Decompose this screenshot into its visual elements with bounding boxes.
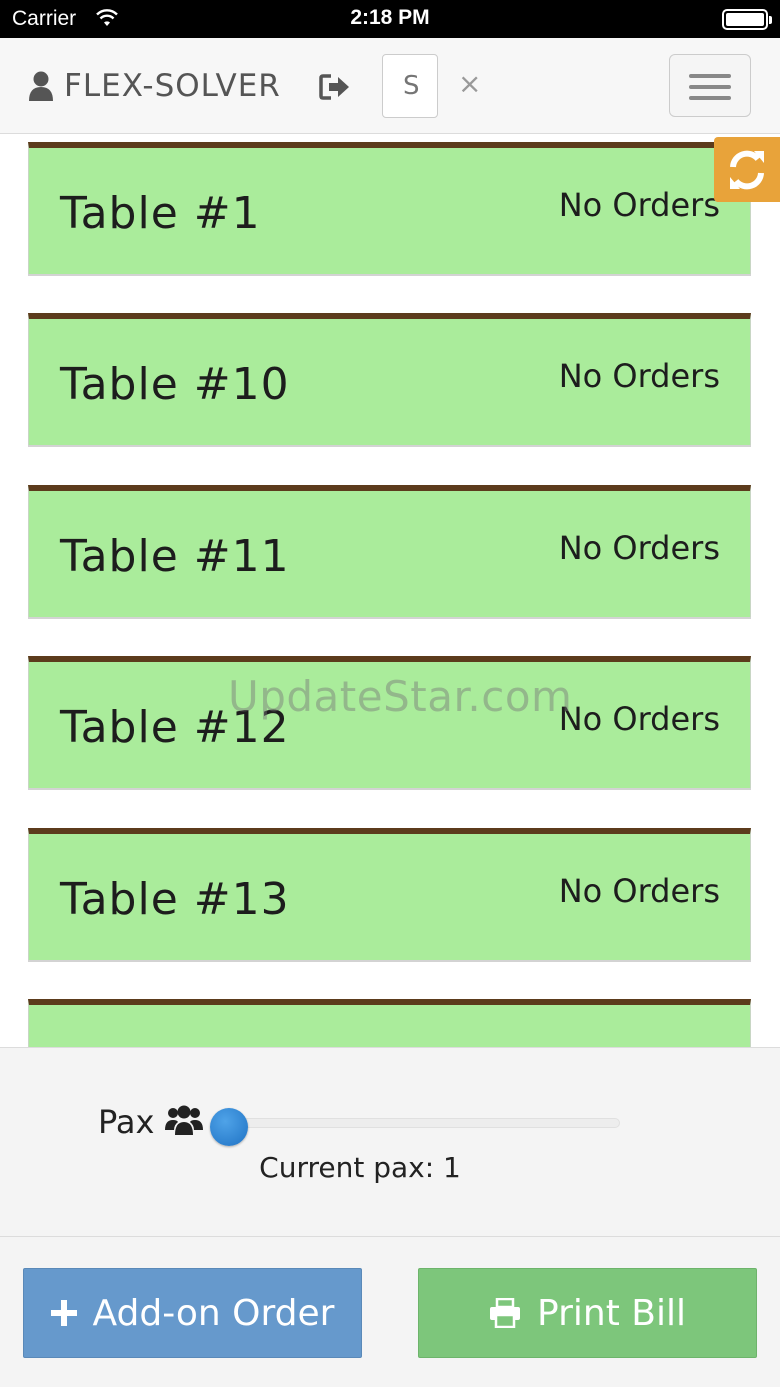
table-card[interactable]: Table #13 No Orders — [28, 828, 751, 960]
users-icon — [165, 1105, 203, 1135]
refresh-icon — [730, 150, 764, 189]
refresh-button[interactable] — [714, 137, 780, 202]
print-bill-label: Print Bill — [537, 1292, 686, 1334]
table-name: Table #10 — [60, 359, 290, 410]
action-footer: Add-on Order Print Bill — [0, 1237, 780, 1387]
table-list: Table #1 No Orders Table #10 No Orders T… — [0, 134, 780, 1047]
search-input[interactable] — [383, 55, 437, 117]
pax-label: Pax — [98, 1103, 155, 1141]
brand[interactable]: FLEX-SOLVER — [28, 68, 281, 104]
table-status: No Orders — [558, 529, 720, 567]
clock: 2:18 PM — [350, 6, 430, 29]
plus-icon — [50, 1300, 77, 1326]
search-field[interactable] — [382, 54, 438, 118]
battery-icon — [722, 9, 772, 30]
pax-slider-handle[interactable] — [210, 1108, 248, 1146]
table-status: No Orders — [558, 872, 720, 910]
table-card[interactable] — [28, 999, 751, 1047]
table-name: Table #1 — [60, 188, 261, 239]
menu-toggle-button[interactable] — [669, 54, 751, 117]
pax-panel: Pax Current pax: 1 — [0, 1047, 780, 1237]
table-status: No Orders — [558, 700, 720, 738]
table-status: No Orders — [558, 186, 720, 224]
printer-icon — [489, 1298, 521, 1328]
pax-slider-track[interactable] — [228, 1118, 620, 1128]
table-card[interactable]: Table #11 No Orders — [28, 485, 751, 617]
clear-search-icon[interactable]: × — [458, 70, 481, 98]
table-name: Table #13 — [60, 874, 290, 925]
add-on-order-button[interactable]: Add-on Order — [23, 1268, 362, 1358]
user-icon — [29, 71, 53, 101]
add-on-order-label: Add-on Order — [92, 1292, 335, 1334]
watermark: UpdateStar.com — [228, 672, 573, 721]
brand-name: FLEX-SOLVER — [64, 68, 281, 104]
table-card[interactable]: Table #10 No Orders — [28, 313, 751, 445]
current-pax-label: Current pax: 1 — [259, 1151, 461, 1184]
sign-out-icon[interactable] — [319, 74, 351, 100]
top-navbar: FLEX-SOLVER × — [0, 38, 780, 134]
table-name: Table #11 — [60, 531, 290, 582]
print-bill-button[interactable]: Print Bill — [418, 1268, 757, 1358]
status-bar: Carrier 2:18 PM — [0, 0, 780, 38]
table-status: No Orders — [558, 357, 720, 395]
table-card[interactable]: Table #1 No Orders — [28, 142, 751, 274]
